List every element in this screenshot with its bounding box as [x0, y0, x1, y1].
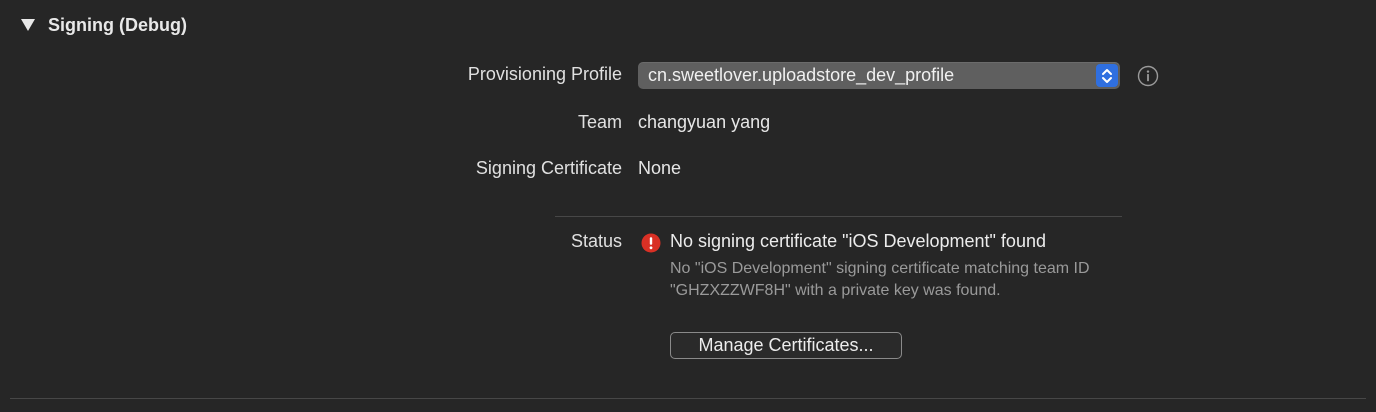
- team-label: Team: [577, 112, 622, 132]
- section-title: Signing (Debug): [48, 14, 187, 35]
- popup-stepper-icon[interactable]: [1096, 64, 1118, 87]
- status-detail: No "iOS Development" signing certificate…: [670, 260, 1090, 299]
- manage-certificates-button[interactable]: Manage Certificates...: [670, 332, 902, 359]
- signing-debug-panel: Signing (Debug) Provisioning Profile cn.…: [0, 0, 1376, 412]
- info-icon[interactable]: [1137, 65, 1159, 87]
- status-label: Status: [570, 231, 622, 251]
- status-divider: [555, 216, 1122, 217]
- error-icon: [641, 233, 661, 253]
- disclosure-triangle-down-icon[interactable]: [20, 17, 36, 33]
- section-bottom-divider: [10, 398, 1366, 399]
- status-title: No signing certificate "iOS Development"…: [670, 231, 1046, 251]
- signing-certificate-value: None: [638, 158, 682, 178]
- section-header-signing-debug[interactable]: Signing (Debug): [20, 12, 187, 38]
- provisioning-profile-popup[interactable]: cn.sweetlover.uploadstore_dev_profile: [638, 62, 1120, 89]
- signing-certificate-label: Signing Certificate: [475, 158, 622, 178]
- provisioning-profile-label: Provisioning Profile: [467, 64, 622, 84]
- provisioning-profile-value: cn.sweetlover.uploadstore_dev_profile: [648, 65, 955, 85]
- team-value: changyuan yang: [638, 112, 771, 132]
